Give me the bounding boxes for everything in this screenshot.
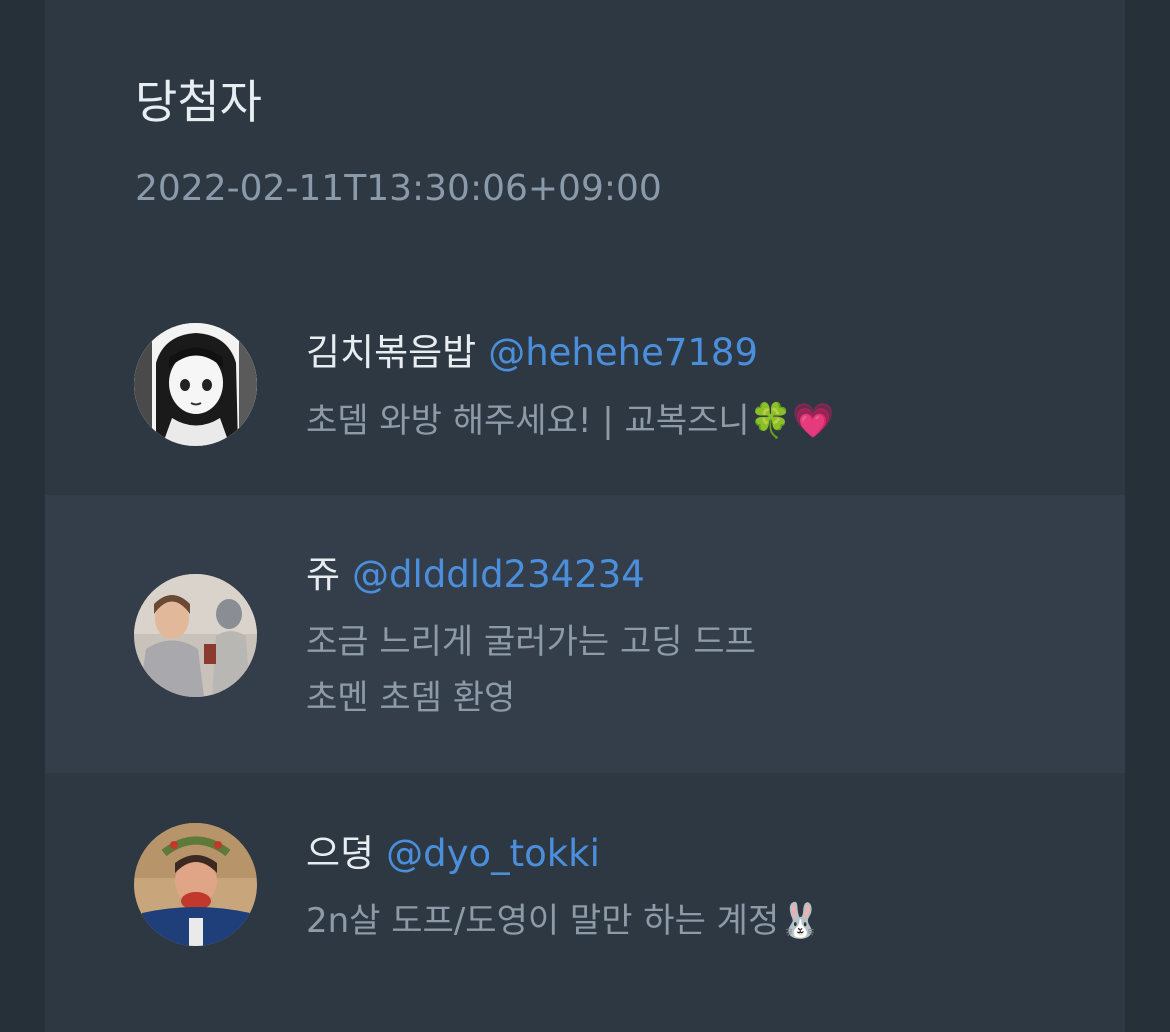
photo-avatar-icon (134, 574, 257, 697)
list-item[interactable]: 김치볶음밥 @hehehe7189 초뎀 와방 해주세요! | 교복즈니🍀💗 (45, 268, 1125, 495)
anime-girl-avatar-icon (134, 323, 257, 446)
bio-line: 초뎀 와방 해주세요! | 교복즈니🍀💗 (306, 401, 835, 441)
winner-name-line: 으뎡 @dyo_tokki (306, 829, 600, 879)
list-item[interactable]: 쥬 @dlddld234234 조금 느리게 굴러가는 고딩 드프 초멘 초뎀 환… (45, 495, 1125, 773)
user-bio: 2n살 도프/도영이 말만 하는 계정🐰 (306, 893, 822, 949)
display-name[interactable]: 으뎡 (306, 832, 374, 875)
user-bio: 초뎀 와방 해주세요! | 교복즈니🍀💗 (306, 393, 834, 449)
photo-avatar-icon (134, 823, 257, 946)
bio-line: 초멘 초뎀 환영 (306, 678, 516, 718)
winner-name-line: 쥬 @dlddld234234 (306, 550, 645, 600)
display-name[interactable]: 김치볶음밥 (306, 331, 476, 374)
user-handle-link[interactable]: @dlddld234234 (352, 553, 645, 596)
user-handle-link[interactable]: @dyo_tokki (386, 832, 600, 875)
timestamp: 2022-02-11T13:30:06+09:00 (135, 168, 662, 209)
winners-panel: 당첨자 2022-02-11T13:30:06+09:00 김치볶음밥 @hehe… (45, 0, 1125, 1032)
bio-line: 조금 느리게 굴러가는 고딩 드프 (306, 622, 756, 662)
user-handle-link[interactable]: @hehehe7189 (488, 331, 758, 374)
winner-name-line: 김치볶음밥 @hehehe7189 (306, 328, 758, 378)
avatar[interactable] (134, 823, 257, 946)
user-bio: 조금 느리게 굴러가는 고딩 드프 초멘 초뎀 환영 (306, 614, 756, 726)
display-name[interactable]: 쥬 (306, 553, 340, 596)
list-item[interactable]: 으뎡 @dyo_tokki 2n살 도프/도영이 말만 하는 계정🐰 (45, 773, 1125, 1032)
avatar[interactable] (134, 574, 257, 697)
bio-line: 2n살 도프/도영이 말만 하는 계정🐰 (306, 901, 822, 941)
avatar[interactable] (134, 323, 257, 446)
page-title: 당첨자 (135, 75, 262, 129)
